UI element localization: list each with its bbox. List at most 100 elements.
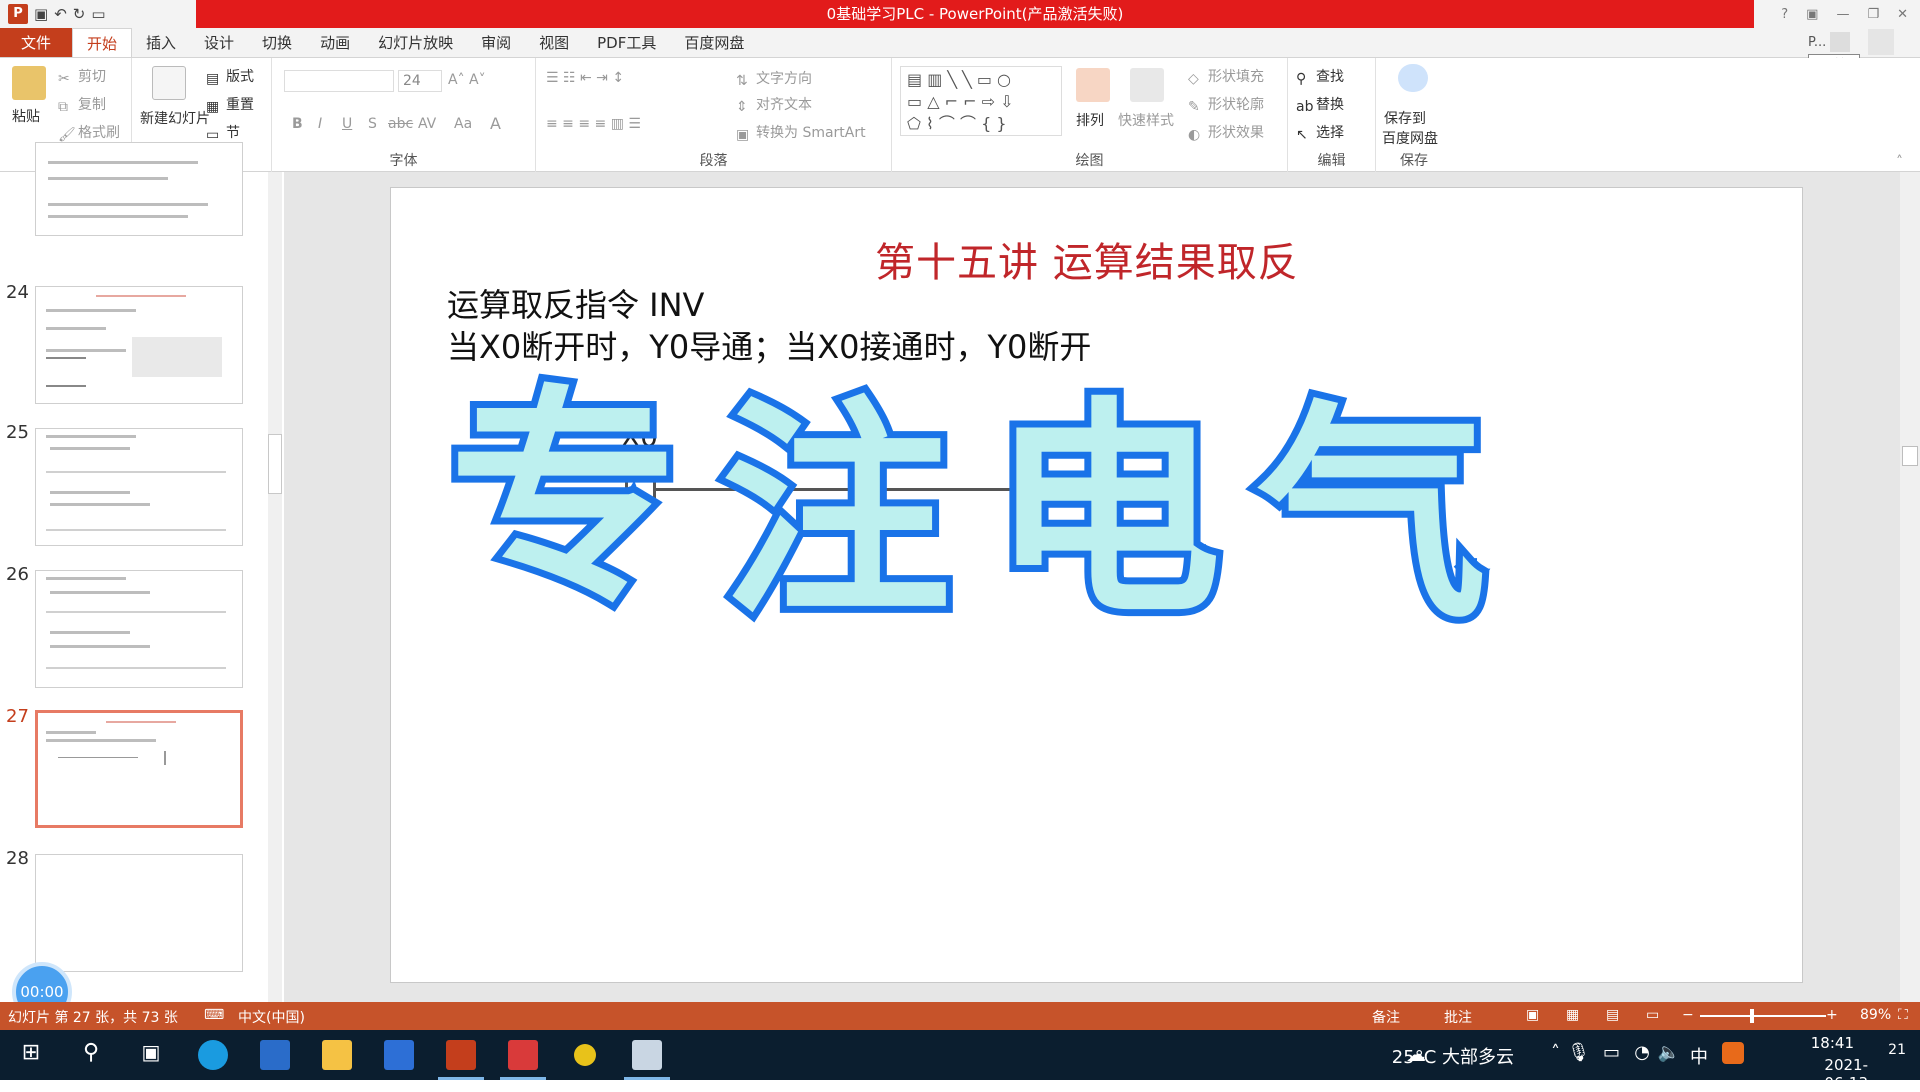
align-text-button[interactable]: ⇕ 对齐文本 <box>736 94 812 115</box>
copy-button[interactable]: ⧉ 复制 <box>58 94 106 115</box>
change-case-button[interactable]: Aa <box>454 116 472 132</box>
select-button[interactable]: ↖ 选择 <box>1296 122 1344 143</box>
sunflower-app-icon[interactable] <box>574 1044 596 1066</box>
microphone-icon[interactable]: 🎙 <box>1567 1042 1590 1063</box>
fit-slide-icon[interactable]: ⛶ <box>1898 1007 1908 1023</box>
font-color-button[interactable]: A <box>490 114 501 133</box>
store-icon[interactable] <box>260 1040 290 1070</box>
thumbnails-scrollbar[interactable] <box>268 172 282 1002</box>
spellcheck-icon[interactable]: ⌨ <box>204 1007 224 1023</box>
tab-transitions[interactable]: 切换 <box>248 28 306 57</box>
align-icons[interactable]: ≡ ≡ ≡ ≡ ▥ ☰ <box>546 116 641 132</box>
help-icon[interactable]: ? <box>1781 7 1788 22</box>
font-name-select[interactable] <box>284 70 394 92</box>
slide-text-line1[interactable]: 运算取反指令 INV <box>447 280 704 326</box>
thumbnails-scroll-thumb[interactable] <box>268 434 282 494</box>
normal-view-icon[interactable]: ▣ <box>1526 1007 1539 1023</box>
task-view-icon[interactable]: ▣ <box>136 1040 166 1070</box>
windows-start-icon[interactable]: ⊞ <box>16 1040 46 1070</box>
quick-styles-button[interactable]: 快速样式 <box>1118 110 1174 130</box>
clock-date[interactable]: 2021-06-13 <box>1824 1056 1868 1092</box>
shape-effects-button[interactable]: ◐ 形状效果 <box>1188 122 1264 143</box>
language-indicator[interactable]: 中文(中国) <box>238 1007 305 1027</box>
arrange-button[interactable]: 排列 <box>1076 110 1104 130</box>
underline-button[interactable]: U <box>342 116 352 132</box>
tab-slideshow[interactable]: 幻灯片放映 <box>364 28 467 57</box>
save-to-label[interactable]: 保存到 <box>1384 108 1426 128</box>
grow-font-icon[interactable]: A˄ A˅ <box>448 72 486 88</box>
wifi-icon[interactable]: ◔ <box>1634 1042 1650 1063</box>
new-slide-icon[interactable] <box>152 66 186 100</box>
maximize-icon[interactable]: ❐ <box>1867 7 1879 22</box>
slide-thumbnail[interactable] <box>35 570 243 688</box>
minimize-icon[interactable]: — <box>1836 7 1849 22</box>
tab-insert[interactable]: 插入 <box>132 28 190 57</box>
tab-home[interactable]: 开始 <box>72 28 133 57</box>
editor-scroll-thumb[interactable] <box>1902 446 1918 466</box>
edge-browser-icon[interactable] <box>198 1040 228 1070</box>
slide-sorter-icon[interactable]: ▦ <box>1566 1007 1579 1023</box>
recorder-app-icon[interactable] <box>508 1040 538 1070</box>
tab-baidu-netdisk[interactable]: 百度网盘 <box>670 28 758 57</box>
layout-button[interactable]: ▤ 版式 <box>206 66 254 87</box>
powerpoint-taskbar-icon[interactable] <box>446 1040 476 1070</box>
bold-button[interactable]: B <box>292 116 303 132</box>
slide-thumbnail[interactable] <box>35 428 243 546</box>
slide-thumbnail[interactable] <box>35 286 243 404</box>
search-icon[interactable]: ⚲ <box>76 1040 106 1070</box>
tab-file[interactable]: 文件 <box>0 28 72 57</box>
new-slide-button[interactable]: 新建幻灯片 <box>140 108 210 128</box>
tab-pdf-tools[interactable]: PDF工具 <box>583 28 670 57</box>
chevron-up-icon[interactable]: ˄ <box>1551 1042 1560 1063</box>
image-app-icon[interactable] <box>632 1040 662 1070</box>
slide-thumbnail[interactable] <box>35 142 243 236</box>
comments-button[interactable]: 批注 <box>1444 1007 1472 1027</box>
account-area[interactable]: P... <box>1808 28 1920 56</box>
reading-view-icon[interactable]: ▤ <box>1606 1007 1619 1023</box>
tab-animations[interactable]: 动画 <box>306 28 364 57</box>
zoom-out-icon[interactable]: − <box>1682 1007 1694 1023</box>
file-explorer-icon[interactable] <box>322 1040 352 1070</box>
bullets-icon[interactable]: ☰ ☷ ⇤ ⇥ ↕ <box>546 70 624 86</box>
shape-outline-button[interactable]: ✎ 形状轮廓 <box>1188 94 1264 115</box>
paste-icon[interactable] <box>12 66 46 100</box>
baidu-netdisk-label[interactable]: 百度网盘 <box>1382 128 1438 148</box>
paste-button[interactable]: 粘贴 <box>12 106 40 126</box>
input-method-icon[interactable] <box>1722 1042 1744 1064</box>
editor-scrollbar[interactable] <box>1900 172 1920 1002</box>
text-direction-button[interactable]: ⇅ 文字方向 <box>736 68 812 89</box>
zoom-slider-thumb[interactable] <box>1750 1009 1754 1023</box>
slide-title[interactable]: 第十五讲 运算结果取反 <box>875 230 1299 288</box>
notes-button[interactable]: 备注 <box>1372 1007 1400 1027</box>
section-button[interactable]: ▭ 节 <box>206 122 240 143</box>
weather-text[interactable]: 25°C 大部多云 <box>1392 1043 1514 1069</box>
tab-design[interactable]: 设计 <box>190 28 248 57</box>
slideshow-icon[interactable]: ▭ <box>1646 1007 1659 1023</box>
font-size-select[interactable]: 24 <box>398 70 442 92</box>
format-painter-button[interactable]: 🖌 格式刷 <box>58 122 120 143</box>
battery-icon[interactable]: ▭ <box>1603 1042 1620 1063</box>
cut-button[interactable]: ✂ 剪切 <box>58 66 106 87</box>
avatar[interactable] <box>1868 29 1895 55</box>
undo-icon[interactable]: ↶ <box>54 5 67 23</box>
slide-thumbnail-current[interactable] <box>35 710 243 828</box>
ribbon-display-icon[interactable]: ▣ <box>1806 7 1818 22</box>
slide-thumbnail[interactable] <box>35 854 243 972</box>
ime-indicator[interactable]: 中 <box>1690 1043 1708 1069</box>
zoom-slider[interactable] <box>1700 1015 1826 1017</box>
shadow-button[interactable]: S <box>368 116 377 132</box>
arrange-icon[interactable] <box>1076 68 1110 102</box>
italic-button[interactable]: I <box>318 116 322 132</box>
save-icon[interactable]: ▣ <box>34 5 48 23</box>
notifications-badge[interactable]: 21 <box>1888 1042 1906 1058</box>
present-icon[interactable]: ▭ <box>91 5 105 23</box>
zoom-in-icon[interactable]: + <box>1826 1007 1838 1023</box>
baidu-cloud-icon[interactable] <box>1398 64 1428 92</box>
reset-button[interactable]: ▦ 重置 <box>206 94 254 115</box>
char-spacing-button[interactable]: AV <box>418 116 436 132</box>
app-icon[interactable] <box>384 1040 414 1070</box>
tab-view[interactable]: 视图 <box>525 28 583 57</box>
strikethrough-button[interactable]: abc <box>388 116 413 132</box>
collapse-ribbon-icon[interactable]: ˄ <box>1896 154 1903 170</box>
slide-canvas[interactable]: 第十五讲 运算结果取反 运算取反指令 INV 当X0断开时，Y0导通；当X0接通… <box>390 187 1803 983</box>
